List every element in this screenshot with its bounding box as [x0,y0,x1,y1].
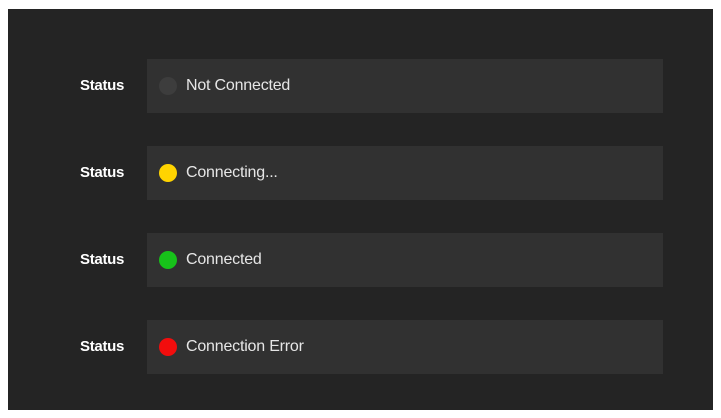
status-text: Connecting... [186,164,278,181]
status-indicator-icon [159,338,177,356]
status-indicator-icon [159,251,177,269]
status-field: Connecting... [147,146,663,200]
status-field: Not Connected [147,59,663,113]
status-panel: Status Not Connected Status Connecting..… [8,9,713,410]
status-row-not-connected: Status Not Connected [8,59,713,113]
status-text: Connected [186,251,262,268]
status-row-connecting: Status Connecting... [8,146,713,200]
status-field: Connected [147,233,663,287]
status-row-error: Status Connection Error [8,320,713,374]
status-label: Status [80,77,125,94]
status-field: Connection Error [147,320,663,374]
status-indicator-icon [159,77,177,95]
status-label: Status [80,164,125,181]
status-text: Connection Error [186,338,304,355]
status-indicator-icon [159,164,177,182]
status-row-connected: Status Connected [8,233,713,287]
status-label: Status [80,338,125,355]
status-label: Status [80,251,125,268]
status-text: Not Connected [186,77,291,94]
